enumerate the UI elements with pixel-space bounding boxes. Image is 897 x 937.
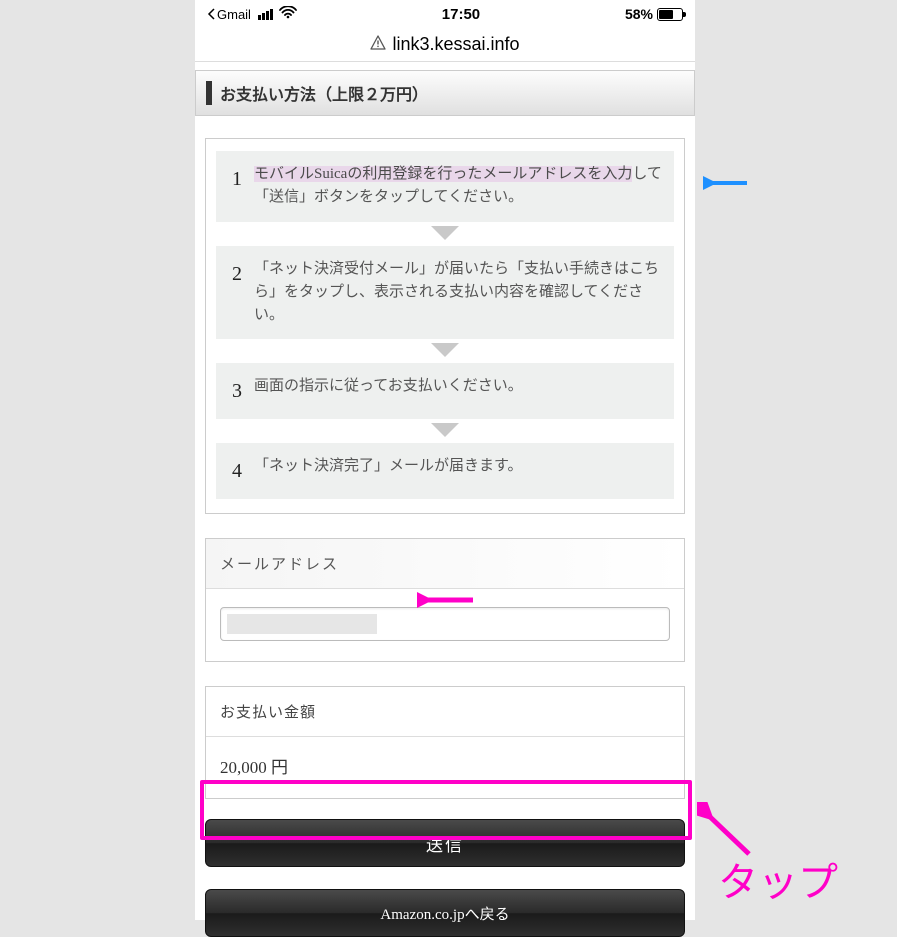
step-separator [216, 419, 674, 443]
status-time: 17:50 [442, 6, 480, 23]
back-caret-icon [207, 8, 215, 20]
amount-value: 20,000 円 [206, 737, 684, 798]
chevron-down-icon [431, 226, 459, 240]
insecure-site-icon [370, 35, 386, 55]
step-item: 3 画面の指示に従ってお支払いください。 [216, 363, 674, 419]
step-item: 2 「ネット決済受付メール」が届いたら「支払い手続きはこちら」をタップし、表示さ… [216, 246, 674, 340]
wifi-icon [279, 6, 297, 23]
step-item: 4 「ネット決済完了」メールが届きます。 [216, 443, 674, 499]
email-card: メールアドレス [205, 538, 685, 662]
step-number: 3 [226, 375, 248, 407]
battery-percent: 58% [625, 6, 653, 22]
back-to-app[interactable]: Gmail [207, 7, 251, 22]
annotation-tap-label: タップ [718, 850, 838, 908]
cellular-signal-icon [258, 9, 273, 20]
battery-icon [657, 8, 683, 21]
step-text: モバイルSuicaの利用登録を行ったメールアドレスを入力して「送信」ボタンをタッ… [248, 163, 664, 210]
step-text: 「ネット決済受付メール」が届いたら「支払い手続きはこちら」をタップし、表示される… [248, 258, 664, 328]
status-bar: Gmail 17:50 58% [195, 0, 695, 28]
email-value-redacted [227, 614, 377, 634]
step-text: 「ネット決済完了」メールが届きます。 [248, 455, 523, 487]
back-app-label: Gmail [217, 7, 251, 22]
annotation-arrow-pink-submit [697, 802, 767, 872]
back-button-label: Amazon.co.jpへ戻る [380, 903, 509, 924]
amount-card: お支払い金額 20,000 円 [205, 686, 685, 799]
email-field[interactable] [220, 607, 670, 641]
step-number: 1 [226, 163, 248, 210]
page-content: お支払い方法（上限２万円） 1 モバイルSuicaの利用登録を行ったメールアドレ… [195, 62, 695, 937]
step-item: 1 モバイルSuicaの利用登録を行ったメールアドレスを入力して「送信」ボタンを… [216, 151, 674, 222]
steps-card: 1 モバイルSuicaの利用登録を行ったメールアドレスを入力して「送信」ボタンを… [205, 138, 685, 514]
browser-url-bar[interactable]: link3.kessai.info [195, 28, 695, 62]
email-label: メールアドレス [206, 539, 684, 589]
url-domain: link3.kessai.info [392, 34, 519, 55]
annotation-arrow-blue [703, 168, 751, 198]
chevron-down-icon [431, 343, 459, 357]
phone-frame: Gmail 17:50 58% link3.kessai.info お支払い方法… [195, 0, 695, 920]
step-separator [216, 339, 674, 363]
chevron-down-icon [431, 423, 459, 437]
status-left: Gmail [207, 6, 297, 23]
step-number: 2 [226, 258, 248, 328]
back-to-amazon-button[interactable]: Amazon.co.jpへ戻る [205, 889, 685, 937]
step-separator [216, 222, 674, 246]
payment-method-title: お支払い方法（上限２万円） [220, 81, 428, 105]
payment-method-header: お支払い方法（上限２万円） [195, 70, 695, 116]
step-text: 画面の指示に従ってお支払いください。 [248, 375, 523, 407]
step-number: 4 [226, 455, 248, 487]
submit-button[interactable]: 送信 [205, 819, 685, 867]
amount-label: お支払い金額 [206, 687, 684, 737]
status-right: 58% [625, 6, 683, 22]
submit-button-label: 送信 [426, 831, 464, 856]
